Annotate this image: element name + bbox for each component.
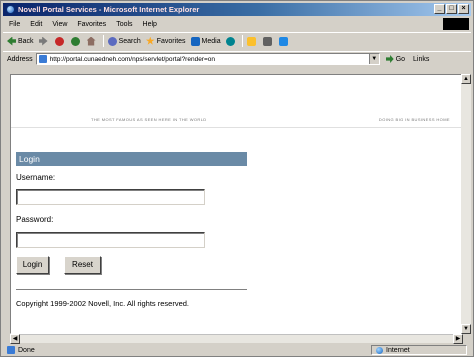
media-button[interactable]: Media bbox=[190, 36, 221, 46]
go-label: Go bbox=[395, 55, 406, 63]
login-button[interactable]: Login bbox=[16, 256, 49, 274]
address-url: http://portal.cunaedneh.com/nps/servlet/… bbox=[49, 55, 215, 63]
globe-icon bbox=[376, 346, 383, 354]
menu-file[interactable]: File bbox=[9, 21, 20, 28]
search-button[interactable]: Search bbox=[107, 36, 141, 46]
divider bbox=[16, 289, 247, 290]
refresh-button[interactable] bbox=[70, 36, 82, 46]
menu-edit[interactable]: Edit bbox=[30, 21, 42, 28]
favorites-button[interactable]: Favorites bbox=[145, 36, 186, 46]
banner-tagline-left: THE MOST FAMOUS AS SEEN HERE IN THE WORL… bbox=[91, 117, 207, 122]
mail-button[interactable] bbox=[246, 36, 258, 46]
menu-favorites[interactable]: Favorites bbox=[77, 21, 106, 28]
status-text: Done bbox=[18, 346, 35, 354]
menu-view[interactable]: View bbox=[52, 21, 67, 28]
menu-help[interactable]: Help bbox=[143, 21, 157, 28]
edit-page-icon bbox=[278, 36, 288, 46]
password-label: Password: bbox=[16, 215, 54, 224]
media-icon bbox=[190, 36, 200, 46]
internet-explorer-icon bbox=[6, 5, 15, 14]
page-content: THE MOST FAMOUS AS SEEN HERE IN THE WORL… bbox=[10, 74, 463, 334]
go-arrow-icon bbox=[385, 55, 394, 63]
edit-button[interactable] bbox=[278, 36, 290, 46]
scroll-left-button[interactable]: ◀ bbox=[10, 334, 20, 344]
favorites-star-icon bbox=[145, 36, 155, 45]
stop-button[interactable] bbox=[54, 36, 66, 46]
address-input[interactable]: http://portal.cunaedneh.com/nps/servlet/… bbox=[35, 53, 380, 65]
username-label: Username: bbox=[16, 173, 56, 182]
window-title: Novell Portal Services - Microsoft Inter… bbox=[18, 5, 200, 14]
forward-arrow-icon bbox=[38, 36, 48, 46]
address-label: Address bbox=[7, 55, 33, 63]
scroll-down-button[interactable]: ▼ bbox=[461, 324, 471, 334]
browser-window: Novell Portal Services - Microsoft Inter… bbox=[0, 0, 474, 357]
history-button[interactable] bbox=[225, 36, 237, 46]
toolbar: Back Search Favorites Media bbox=[3, 32, 471, 49]
media-label: Media bbox=[201, 37, 221, 45]
copyright-text: Copyright 1999-2002 Novell, Inc. All rig… bbox=[16, 299, 190, 308]
search-icon bbox=[107, 36, 117, 46]
windows-logo-icon bbox=[443, 18, 469, 30]
portal-banner: THE MOST FAMOUS AS SEEN HERE IN THE WORL… bbox=[11, 75, 462, 128]
close-button[interactable]: × bbox=[458, 4, 469, 14]
history-icon bbox=[225, 36, 235, 46]
scroll-right-button[interactable]: ▶ bbox=[453, 334, 463, 344]
back-button[interactable]: Back bbox=[7, 36, 34, 46]
home-icon bbox=[86, 36, 96, 46]
back-label: Back bbox=[18, 37, 34, 45]
banner-tagline-right: DOING BIG IN BUSINESS HOME bbox=[378, 117, 450, 122]
security-zone: Internet bbox=[371, 345, 467, 355]
home-button[interactable] bbox=[86, 36, 98, 46]
menu-bar: File Edit View Favorites Tools Help bbox=[3, 18, 471, 30]
stop-icon bbox=[54, 36, 64, 46]
horizontal-scrollbar[interactable]: ◀ ▶ bbox=[10, 334, 463, 344]
page-icon bbox=[38, 55, 47, 63]
username-input[interactable] bbox=[16, 189, 205, 205]
window-controls: _ □ × bbox=[434, 4, 469, 14]
title-bar: Novell Portal Services - Microsoft Inter… bbox=[3, 3, 471, 16]
login-header: Login bbox=[16, 152, 247, 166]
address-bar: Address http://portal.cunaedneh.com/nps/… bbox=[3, 51, 471, 66]
menu-tools[interactable]: Tools bbox=[116, 21, 132, 28]
reset-button[interactable]: Reset bbox=[64, 256, 101, 274]
zone-label: Internet bbox=[386, 346, 410, 354]
go-button[interactable]: Go bbox=[385, 55, 406, 63]
search-label: Search bbox=[118, 37, 141, 45]
page-status-icon bbox=[7, 346, 15, 354]
address-dropdown-button[interactable]: ▼ bbox=[368, 54, 379, 64]
back-arrow-icon bbox=[7, 36, 16, 46]
refresh-icon bbox=[70, 36, 80, 46]
print-icon bbox=[262, 36, 272, 46]
toolbar-separator bbox=[102, 35, 104, 47]
minimize-button[interactable]: _ bbox=[434, 4, 445, 14]
vertical-scrollbar[interactable]: ▲ ▼ bbox=[461, 74, 471, 334]
password-input[interactable] bbox=[16, 232, 205, 248]
forward-button[interactable] bbox=[38, 36, 50, 46]
scroll-up-button[interactable]: ▲ bbox=[461, 74, 471, 84]
links-button[interactable]: Links bbox=[413, 56, 429, 63]
status-bar: Done Internet bbox=[3, 344, 471, 356]
toolbar-separator bbox=[241, 35, 243, 47]
mail-icon bbox=[246, 36, 256, 46]
maximize-button[interactable]: □ bbox=[446, 4, 457, 14]
print-button[interactable] bbox=[262, 36, 274, 46]
favorites-label: Favorites bbox=[156, 37, 186, 45]
